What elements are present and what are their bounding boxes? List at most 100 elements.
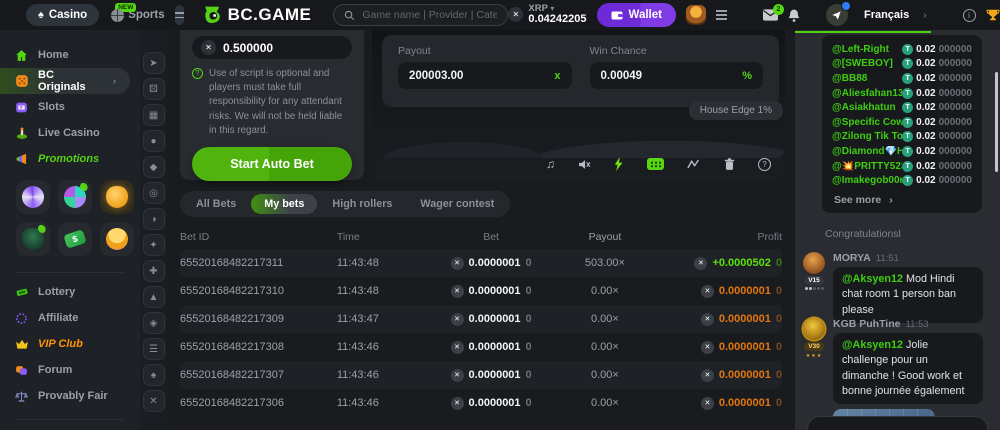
game-rail-item[interactable]: ✚	[143, 260, 165, 282]
sidebar-collapse-button[interactable]	[175, 5, 184, 25]
bets-tab[interactable]: All Bets	[183, 194, 249, 214]
messages-button[interactable]: 2	[763, 9, 778, 21]
sidebar-item-bc-originals[interactable]: BC Originals ›	[0, 68, 130, 94]
music-button[interactable]: ♫	[546, 157, 555, 171]
promo-lucky-wheel-icon[interactable]	[58, 180, 92, 214]
promo-coin-drop-icon[interactable]	[100, 222, 134, 256]
table-row[interactable]: 65520168482217311 11:43:48 ✕0.00000010 5…	[180, 249, 782, 277]
wallet-button[interactable]: Wallet	[597, 3, 676, 27]
winner-username[interactable]: @Asiakhatun	[832, 102, 896, 113]
clear-button[interactable]	[724, 158, 735, 171]
winner-username[interactable]: @Zilong Tik Tok	[832, 131, 902, 142]
sidebar-item-promotions[interactable]: Promotions	[0, 146, 140, 172]
sidebar-item-home[interactable]: Home	[0, 42, 140, 68]
winner-username[interactable]: @Aliesfahan1363	[832, 88, 902, 99]
table-row[interactable]: 65520168482217306 11:43:46 ✕0.00000010 0…	[180, 389, 782, 417]
win-chance-field[interactable]: %	[590, 62, 764, 89]
user-avatar[interactable]	[686, 5, 706, 25]
rain-winner-row[interactable]: @[SWEBOY] T0.02000000	[832, 57, 972, 72]
table-row[interactable]: 65520168482217309 11:43:47 ✕0.00000010 0…	[180, 305, 782, 333]
rain-winner-row[interactable]: @Zilong Tik Tok T0.02000000	[832, 130, 972, 145]
rain-winner-row[interactable]: @Left-Right T0.02000000	[832, 42, 972, 57]
winner-username[interactable]: @BB88	[832, 73, 867, 84]
game-rail-item[interactable]: ◈	[143, 312, 165, 334]
table-row[interactable]: 65520168482217308 11:43:46 ✕0.00000010 0…	[180, 333, 782, 361]
rain-winner-row[interactable]: @Diamond💎Hu... T0.02000000	[832, 144, 972, 159]
bets-tab[interactable]: Wager contest	[407, 194, 507, 214]
sidebar-item-forum[interactable]: Forum	[0, 357, 140, 383]
rain-winner-row[interactable]: @Asiakhatun T0.02000000	[832, 100, 972, 115]
chat-username[interactable]: MORYA	[833, 252, 871, 264]
chat-toggle-button[interactable]	[826, 4, 848, 26]
winner-username[interactable]: @Imakegob00m...	[832, 175, 902, 186]
win-chance-input[interactable]	[601, 70, 743, 82]
sidebar-item-lottery[interactable]: Lottery	[0, 279, 140, 305]
game-search[interactable]	[333, 4, 508, 26]
payout-input[interactable]	[409, 70, 554, 82]
help-button[interactable]: ?	[758, 158, 771, 171]
game-rail-item[interactable]: ♠	[143, 364, 165, 386]
chat-scrollbar[interactable]	[995, 72, 998, 172]
game-rail-item[interactable]: ◆	[143, 156, 165, 178]
bets-tab[interactable]: My bets	[251, 194, 317, 214]
rain-winner-row[interactable]: @Aliesfahan1363 T0.02000000	[832, 86, 972, 101]
winner-username[interactable]: @Diamond💎Hu...	[832, 146, 902, 157]
hotkeys-button[interactable]	[647, 158, 664, 170]
balance-selector[interactable]: ✕ XRP ▾ 0.04242205	[508, 4, 586, 26]
promo-golden-pig-icon[interactable]	[100, 180, 134, 214]
game-rail-item[interactable]: ✕	[143, 390, 165, 412]
table-row[interactable]: 65520168482217307 11:43:46 ✕0.00000010 0…	[180, 361, 782, 389]
sidebar-item-affiliate[interactable]: Affiliate	[0, 305, 140, 331]
bets-tab[interactable]: High rollers	[319, 194, 405, 214]
trophy-icon[interactable]	[986, 8, 1000, 22]
casino-toggle[interactable]: ♠ Casino	[26, 4, 99, 26]
mention-link[interactable]: @Aksyen12	[842, 339, 903, 351]
chat-username[interactable]: KGB PuhTine	[833, 318, 900, 330]
bet-amount-input[interactable]	[223, 41, 343, 55]
game-rail-item[interactable]: ▦	[143, 104, 165, 126]
promo-green-claw-icon[interactable]	[16, 222, 50, 256]
sound-mute-button[interactable]	[578, 159, 591, 170]
game-rail-item[interactable]: ⚄	[143, 78, 165, 100]
bcgame-logo[interactable]: BC.GAME	[202, 5, 312, 25]
rain-winner-row[interactable]: @Imakegob00m... T0.02000000	[832, 173, 972, 188]
chat-input[interactable]	[807, 416, 988, 430]
see-more-link[interactable]: See more ›	[832, 188, 972, 208]
avatar[interactable]	[803, 252, 825, 274]
start-auto-bet-button[interactable]: Start Auto Bet	[192, 147, 352, 181]
game-rail-item[interactable]: ➤	[143, 52, 165, 74]
language-selector[interactable]: Français ›	[864, 9, 927, 21]
info-icon[interactable]: i	[963, 9, 976, 22]
table-row[interactable]: 65520168482217310 11:43:48 ✕0.00000010 0…	[180, 277, 782, 305]
sidebar-item-vip-club[interactable]: VIP Club	[0, 331, 140, 357]
game-rail-item[interactable]: ✦	[143, 234, 165, 256]
search-input[interactable]	[362, 9, 497, 21]
avatar[interactable]	[803, 318, 825, 340]
bet-amount-field[interactable]: ✕	[192, 36, 352, 59]
turbo-button[interactable]	[614, 157, 624, 171]
winner-username[interactable]: @Left-Right	[832, 44, 889, 55]
sports-toggle[interactable]: NEW Sports	[111, 9, 164, 22]
sidebar-item-slots[interactable]: 7 Slots	[0, 94, 140, 120]
sidebar-item-provably-fair[interactable]: Provably Fair	[0, 383, 140, 409]
winner-username[interactable]: @[SWEBOY]	[832, 58, 893, 69]
trends-button[interactable]	[687, 159, 701, 169]
rain-winner-row[interactable]: @BB88 T0.02000000	[832, 71, 972, 86]
promo-spiral-target-icon[interactable]	[16, 180, 50, 214]
game-rail-item[interactable]: ●	[143, 130, 165, 152]
rain-winner-row[interactable]: @Specific Cowden T0.02000000	[832, 115, 972, 130]
basketball-icon	[111, 9, 124, 22]
game-rail-item[interactable]: ◑	[143, 208, 165, 230]
notifications-button[interactable]	[788, 9, 800, 22]
bet-list-icon[interactable]	[716, 10, 727, 20]
game-rail-item[interactable]: ◎	[143, 182, 165, 204]
payout-field[interactable]: x	[398, 62, 572, 89]
winner-username[interactable]: @Specific Cowden	[832, 117, 902, 128]
rain-winner-row[interactable]: @💥PRITTY5233💥 T0.02000000	[832, 159, 972, 174]
game-rail-item[interactable]: ☰	[143, 338, 165, 360]
winner-username[interactable]: @💥PRITTY5233💥	[832, 161, 902, 172]
game-rail-item[interactable]: ▲	[143, 286, 165, 308]
sidebar-item-live-casino[interactable]: Live Casino	[0, 120, 140, 146]
mention-link[interactable]: @Aksyen12	[842, 273, 903, 285]
promo-cash-tag-icon[interactable]: $	[58, 222, 92, 256]
